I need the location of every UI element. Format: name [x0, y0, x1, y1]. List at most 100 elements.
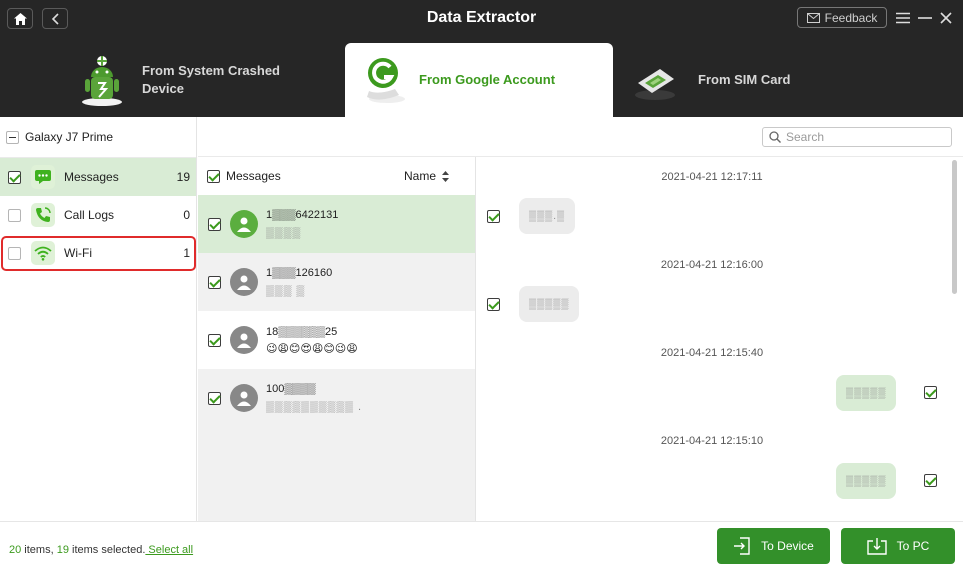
thread-title: 1▒▒▒6422131 [266, 209, 339, 221]
thread-preview: ▒▒▒▒ [266, 227, 302, 239]
message-bubble-incoming: ▒▒▒.▒ [519, 198, 576, 234]
minimize-icon [918, 17, 932, 19]
message-timestamp: 2021-04-21 12:16:00 [660, 259, 764, 271]
selected-count: 19 [56, 544, 69, 556]
message-thread-row[interactable]: 18▒▒▒▒▒▒25 😉😩😊😍😩😊😉😩 [198, 311, 475, 369]
person-icon [237, 333, 251, 348]
menu-button[interactable] [894, 9, 912, 27]
thread-title: 100▒▒▒▒ [266, 383, 316, 395]
export-to-device-icon [734, 537, 750, 555]
search-input[interactable]: Search [762, 127, 952, 147]
tab-system-crashed-label-2: Device [142, 81, 184, 96]
items-label: items, [21, 544, 57, 556]
thread-checkbox[interactable] [208, 275, 221, 289]
content-toolbar: Search [198, 117, 963, 157]
avatar [230, 210, 258, 238]
message-icon [31, 165, 55, 189]
thread-checkbox[interactable] [208, 391, 221, 405]
category-panel: Galaxy J7 Prime Messages 19 Call Logs 0 … [0, 117, 197, 521]
thread-preview: ▒▒▒ ▒ [266, 285, 306, 297]
device-checkbox[interactable] [6, 130, 19, 144]
to-device-label: To Device [761, 539, 814, 553]
sort-label: Name [403, 169, 436, 183]
list-empty-area [198, 427, 475, 521]
conversation-panel: 2021-04-21 12:17:11 ▒▒▒.▒ 2021-04-21 12:… [477, 157, 963, 521]
sort-by-name-button[interactable]: Name [404, 169, 449, 183]
total-count: 20 [9, 544, 22, 556]
category-label-messages: Messages [64, 170, 119, 184]
message-timestamp: 2021-04-21 12:17:11 [661, 171, 763, 183]
tab-sim-card[interactable]: From SIM Card [630, 43, 850, 117]
message-list-panel: Messages Name 1▒▒▒6422131 ▒▒▒▒ 1▒▒▒12616… [198, 157, 476, 521]
tab-system-crashed[interactable]: From System Crashed Device [78, 43, 338, 117]
tab-sim-card-label: From SIM Card [698, 72, 791, 87]
title-bar: Data Extractor Feedback [0, 0, 963, 36]
select-all-link[interactable]: Select all [145, 544, 193, 556]
footer-bar: 20 items, 19 items selected. Select all … [0, 521, 963, 565]
thread-preview: 😉😩😊😍😩😊😉😩 [266, 343, 358, 355]
message-checkbox[interactable] [487, 298, 500, 311]
category-label-call-logs: Call Logs [64, 208, 115, 222]
feedback-button[interactable]: Feedback [797, 7, 887, 28]
category-count-call-logs: 0 [183, 208, 190, 222]
message-checkbox[interactable] [924, 386, 937, 399]
message-list-title: Messages [226, 169, 281, 183]
conversation-scrollbar[interactable] [952, 160, 957, 294]
search-icon [769, 131, 781, 143]
thread-title: 1▒▒▒126160 [266, 267, 333, 279]
to-pc-button[interactable]: To PC [841, 528, 955, 564]
message-checkbox[interactable] [924, 474, 937, 487]
to-pc-label: To PC [896, 539, 930, 553]
person-icon [237, 391, 251, 406]
minimize-button[interactable] [916, 9, 934, 27]
person-icon [237, 275, 251, 290]
message-timestamp: 2021-04-21 12:15:40 [660, 347, 764, 359]
message-thread-row[interactable]: 1▒▒▒6422131 ▒▒▒▒ [198, 195, 475, 253]
message-timestamp: 2021-04-21 12:15:10 [660, 435, 764, 447]
message-thread-row[interactable]: 1▒▒▒126160 ▒▒▒ ▒ [198, 253, 475, 311]
call-logs-checkbox[interactable] [8, 208, 21, 222]
message-list-header: Messages Name [198, 157, 475, 195]
message-bubble-outgoing: ▒▒▒▒▒ [836, 463, 897, 499]
category-item-call-logs[interactable]: Call Logs 0 [0, 196, 196, 234]
thread-checkbox[interactable] [208, 333, 221, 347]
menu-icon [896, 12, 910, 24]
to-device-button[interactable]: To Device [717, 528, 830, 564]
person-icon [237, 217, 251, 232]
thread-title: 18▒▒▒▒▒▒25 [266, 326, 338, 338]
device-row[interactable]: Galaxy J7 Prime [0, 117, 196, 158]
export-to-pc-icon [866, 538, 887, 555]
message-thread-row[interactable]: 100▒▒▒▒ ▒▒▒▒▒▒▒▒▒▒ . [198, 369, 475, 427]
tab-system-crashed-label: From System Crashed [142, 63, 280, 78]
avatar [230, 384, 258, 412]
category-count-messages: 19 [176, 170, 190, 184]
message-checkbox[interactable] [487, 210, 500, 223]
messages-checkbox[interactable] [8, 170, 21, 184]
avatar [230, 326, 258, 354]
phone-icon [31, 203, 55, 227]
message-bubble-outgoing: ▒▒▒▒▒ [836, 375, 897, 411]
tab-google-account-label: From Google Account [419, 72, 556, 87]
wifi-highlight-box [1, 236, 196, 271]
close-icon [940, 12, 952, 24]
tab-google-account[interactable]: From Google Account [345, 43, 613, 117]
mail-icon [806, 12, 820, 23]
thread-preview: ▒▒▒▒▒▒▒▒▒▒ . [266, 401, 363, 413]
google-account-icon [367, 58, 405, 103]
search-placeholder: Search [786, 130, 825, 144]
feedback-label: Feedback [824, 10, 878, 25]
selection-status: 20 items, 19 items selected. Select all [9, 544, 193, 556]
app-window: Data Extractor Feedback From System Cras… [0, 0, 963, 565]
recovery-mode-tabs: From System Crashed Device From Google A… [0, 36, 963, 117]
thread-checkbox[interactable] [208, 217, 221, 231]
device-name: Galaxy J7 Prime [25, 130, 114, 144]
avatar [230, 268, 258, 296]
sim-card-icon [635, 69, 675, 100]
message-bubble-incoming: ▒▒▒▒▒ [519, 286, 580, 322]
selected-label: items selected. [68, 544, 146, 556]
category-item-messages[interactable]: Messages 19 [0, 158, 196, 196]
android-robot-icon [82, 56, 122, 106]
close-button[interactable] [937, 9, 955, 27]
sort-icon [442, 170, 449, 182]
select-all-messages-checkbox[interactable] [207, 169, 220, 183]
